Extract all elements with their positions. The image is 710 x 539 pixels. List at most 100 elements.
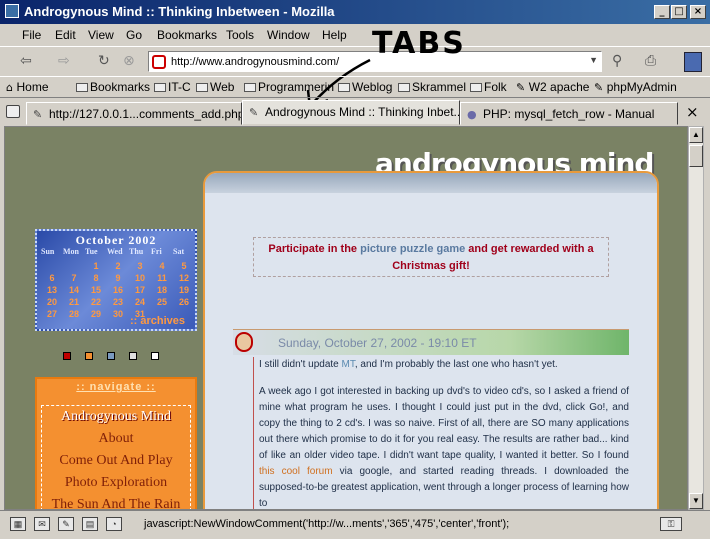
- bookmark-w2-apache[interactable]: ✎ W2 apache: [516, 80, 589, 94]
- bookmark-folder-itc[interactable]: IT-C: [154, 80, 191, 94]
- calendar-date[interactable]: 27: [41, 309, 63, 319]
- scroll-down-icon[interactable]: ▼: [689, 493, 703, 509]
- bookmark-home[interactable]: ⌂ Home: [6, 80, 49, 94]
- calendar-date[interactable]: 5: [173, 261, 195, 271]
- calendar-date[interactable]: 28: [63, 309, 85, 319]
- back-arrow-icon[interactable]: ⇦: [20, 53, 32, 69]
- bookmark-phpmyadmin[interactable]: ✎ phpMyAdmin: [594, 80, 677, 94]
- calendar-weekday: Wed: [107, 247, 123, 256]
- scroll-up-icon[interactable]: ▲: [689, 127, 703, 143]
- calendar-date[interactable]: 9: [107, 273, 129, 283]
- navigate-link[interactable]: Photo Exploration: [42, 472, 190, 494]
- post-header: Sunday, October 27, 2002 - 19:10 ET: [233, 329, 629, 355]
- bookmark-page-icon: ✎: [516, 81, 529, 94]
- mail-icon[interactable]: ✉: [34, 517, 50, 531]
- calendar-date[interactable]: 25: [151, 297, 173, 307]
- bookmark-folder-folk[interactable]: Folk: [470, 80, 507, 94]
- color-swatch[interactable]: [107, 352, 115, 360]
- calendar-date: [63, 261, 85, 271]
- tab-androgynous-mind[interactable]: ✎ Androgynous Mind :: Thinking Inbet...: [242, 100, 460, 125]
- calendar-date[interactable]: 19: [173, 285, 195, 295]
- search-magnifier-icon[interactable]: ⚲: [612, 53, 622, 69]
- folder-icon: [244, 83, 256, 92]
- calendar-date[interactable]: 2: [107, 261, 129, 271]
- tab-php-manual[interactable]: ● PHP: mysql_fetch_row - Manual: [460, 102, 678, 125]
- bookmark-folder-web[interactable]: Web: [196, 80, 234, 94]
- calendar-date[interactable]: 22: [85, 297, 107, 307]
- color-swatch[interactable]: [63, 352, 71, 360]
- puzzle-game-link[interactable]: picture puzzle game: [360, 243, 465, 255]
- calendar-date[interactable]: 10: [129, 273, 151, 283]
- archives-link[interactable]: :: archives: [130, 315, 185, 327]
- reload-icon[interactable]: ↻: [98, 53, 110, 69]
- scroll-thumb[interactable]: [689, 145, 703, 167]
- calendar-date[interactable]: 11: [151, 273, 173, 283]
- cool-forum-link[interactable]: this cool forum: [259, 466, 333, 477]
- calendar-date[interactable]: 12: [173, 273, 195, 283]
- security-lock-icon[interactable]: ⚿: [660, 517, 682, 531]
- author-avatar: [235, 332, 253, 352]
- menu-view[interactable]: View: [88, 28, 114, 42]
- menu-window[interactable]: Window: [267, 28, 310, 42]
- navigator-icon[interactable]: ▦: [10, 517, 26, 531]
- addressbook-icon[interactable]: ▤: [82, 517, 98, 531]
- bookmark-folder-skrammel[interactable]: Skrammel: [398, 80, 466, 94]
- bookmark-page-icon: ✎: [594, 81, 607, 94]
- throbber-icon[interactable]: [684, 52, 702, 72]
- calendar-date[interactable]: 3: [129, 261, 151, 271]
- menu-bookmarks[interactable]: Bookmarks: [157, 28, 217, 42]
- calendar-date[interactable]: 30: [107, 309, 129, 319]
- mt-link[interactable]: MT: [342, 359, 355, 370]
- calendar-date[interactable]: 18: [151, 285, 173, 295]
- calendar-date[interactable]: 8: [85, 273, 107, 283]
- calendar-date[interactable]: 17: [129, 285, 151, 295]
- calendar-weekday: Sat: [173, 247, 185, 256]
- calendar-date[interactable]: 20: [41, 297, 63, 307]
- maximize-button[interactable]: □: [671, 5, 687, 19]
- menu-file[interactable]: File: [22, 28, 41, 42]
- post-date: Sunday, October 27, 2002 - 19:10 ET: [278, 336, 477, 350]
- calendar-date[interactable]: 23: [107, 297, 129, 307]
- calendar-date[interactable]: 4: [151, 261, 173, 271]
- calendar-date[interactable]: 26: [173, 297, 195, 307]
- calendar-date[interactable]: 7: [63, 273, 85, 283]
- color-swatch[interactable]: [85, 352, 93, 360]
- stop-icon[interactable]: ⊗: [123, 53, 135, 69]
- navigate-link[interactable]: Androgynous Mind: [42, 406, 190, 428]
- close-button[interactable]: ×: [690, 5, 706, 19]
- menu-go[interactable]: Go: [126, 28, 142, 42]
- mozilla-app-icon[interactable]: [5, 4, 19, 18]
- calendar-date[interactable]: 24: [129, 297, 151, 307]
- calendar-date[interactable]: 15: [85, 285, 107, 295]
- navigate-link[interactable]: About: [42, 428, 190, 450]
- calendar-date[interactable]: 16: [107, 285, 129, 295]
- url-dropdown-icon[interactable]: ▼: [589, 55, 598, 65]
- bookmark-folder-bookmarks[interactable]: Bookmarks: [76, 80, 150, 94]
- close-tab-icon[interactable]: ×: [686, 103, 699, 121]
- color-swatch[interactable]: [129, 352, 137, 360]
- calendar-date[interactable]: 29: [85, 309, 107, 319]
- bookmark-folder-programmering[interactable]: Programmering: [244, 80, 334, 94]
- vertical-scrollbar[interactable]: ▲ ▼: [688, 126, 704, 510]
- calendar-date[interactable]: 14: [63, 285, 85, 295]
- forward-arrow-icon[interactable]: ⇨: [58, 53, 70, 69]
- print-icon[interactable]: ⎙: [645, 53, 656, 69]
- bookmark-folder-weblog[interactable]: Weblog: [338, 80, 392, 94]
- tab-comments-add[interactable]: ✎ http://127.0.0.1...comments_add.php: [26, 102, 242, 125]
- bookmarks-toolbar: ⌂ Home Bookmarks IT-C Web Programmering …: [0, 76, 710, 98]
- navigate-link[interactable]: The Sun And The Rain: [42, 494, 190, 509]
- minimize-button[interactable]: _: [654, 5, 670, 19]
- color-swatch[interactable]: [151, 352, 159, 360]
- menu-help[interactable]: Help: [322, 28, 347, 42]
- calendar-date[interactable]: 13: [41, 285, 63, 295]
- php-icon: ●: [467, 108, 477, 121]
- calendar-date[interactable]: 21: [63, 297, 85, 307]
- calendar-date[interactable]: 6: [41, 273, 63, 283]
- menu-edit[interactable]: Edit: [55, 28, 76, 42]
- navigate-link[interactable]: Come Out And Play: [42, 450, 190, 472]
- composer-icon[interactable]: ✎: [58, 517, 74, 531]
- menu-tools[interactable]: Tools: [226, 28, 254, 42]
- chat-icon[interactable]: ◔: [106, 517, 122, 531]
- calendar-date[interactable]: 1: [85, 261, 107, 271]
- new-tab-icon[interactable]: [6, 105, 20, 118]
